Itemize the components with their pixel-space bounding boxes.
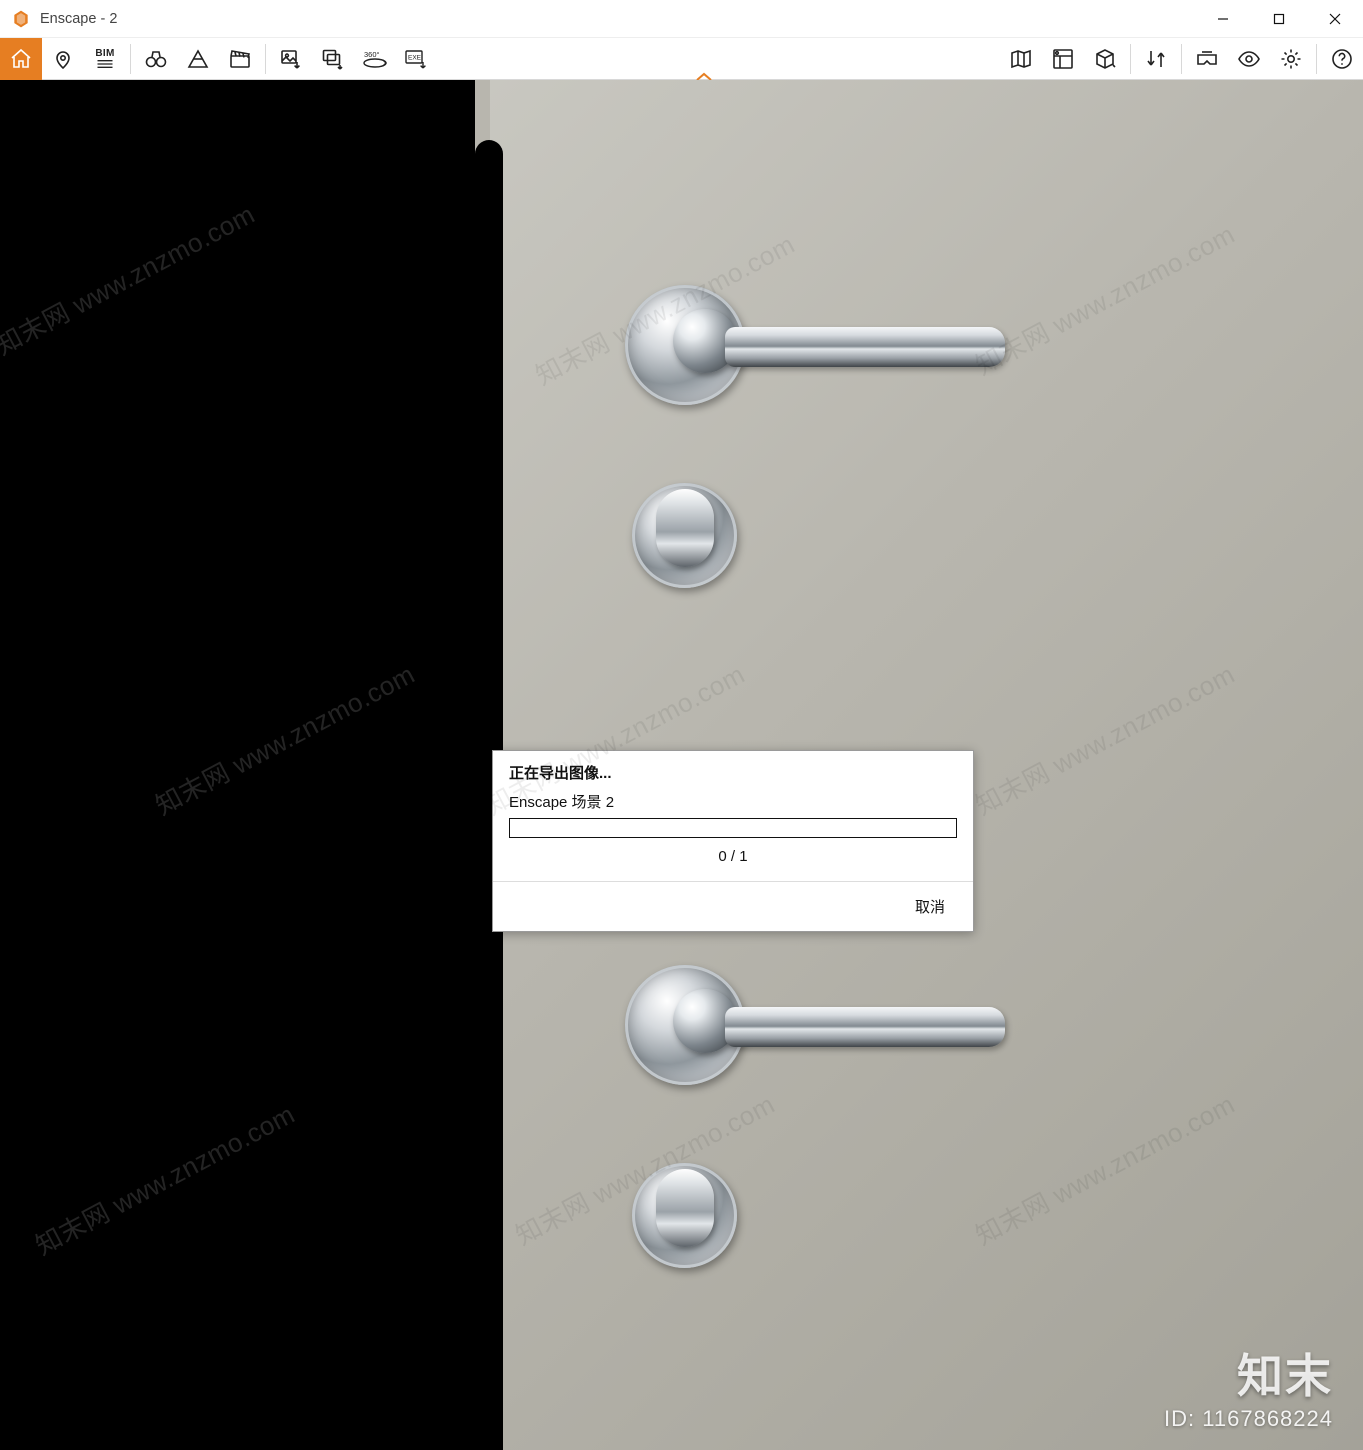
home-icon: [9, 47, 33, 71]
clapper-button[interactable]: [219, 38, 261, 80]
id-watermark: ID: 1167868224: [1164, 1406, 1333, 1432]
cube-icon: [1092, 47, 1118, 71]
map-icon: [1009, 47, 1033, 71]
window-title: Enscape - 2: [40, 11, 117, 27]
app-window: Enscape - 2 BIM: [0, 0, 1363, 1450]
thumbturn-bottom: [632, 1163, 737, 1268]
dialog-subtitle: Enscape 场景 2: [493, 789, 973, 818]
render-viewport[interactable]: 正在导出图像... Enscape 场景 2 0 / 1 取消 知末网 www.…: [0, 80, 1363, 1450]
cancel-button[interactable]: 取消: [909, 894, 951, 919]
toolbar-separator: [130, 44, 131, 74]
dialog-footer: 取消: [493, 881, 973, 931]
sync-button[interactable]: [1135, 38, 1177, 80]
thumbturn-knob: [656, 489, 714, 567]
bim-button[interactable]: BIM: [84, 38, 126, 80]
toolbar-separator: [1316, 44, 1317, 74]
progress-bar: [509, 818, 957, 838]
batch-export-icon: [320, 47, 346, 71]
svg-text:360°: 360°: [364, 50, 380, 59]
handle-lever: [725, 1007, 1005, 1047]
bim-list-icon: [95, 59, 115, 69]
dark-background: [0, 80, 475, 1450]
pano-360-button[interactable]: 360°: [354, 38, 396, 80]
door-handle-bottom: [625, 965, 745, 1085]
visibility-button[interactable]: [1228, 38, 1270, 80]
binoculars-icon: [143, 47, 169, 71]
maximize-button[interactable]: [1251, 0, 1307, 38]
settings-button[interactable]: [1270, 38, 1312, 80]
map-button[interactable]: [1000, 38, 1042, 80]
clapper-icon: [228, 47, 252, 71]
location-pin-icon: [51, 47, 75, 71]
exe-export-button[interactable]: EXE: [396, 38, 438, 80]
asset-library-button[interactable]: [1042, 38, 1084, 80]
exe-export-icon: EXE: [403, 47, 431, 71]
app-logo-icon: [10, 8, 32, 30]
svg-text:EXE: EXE: [408, 54, 422, 61]
batch-export-button[interactable]: [312, 38, 354, 80]
gear-icon: [1279, 47, 1303, 71]
export-dialog: 正在导出图像... Enscape 场景 2 0 / 1 取消: [492, 750, 974, 932]
vr-button[interactable]: [1186, 38, 1228, 80]
frustum-button[interactable]: [177, 38, 219, 80]
minimize-button[interactable]: [1195, 0, 1251, 38]
close-button[interactable]: [1307, 0, 1363, 38]
home-button[interactable]: [0, 38, 42, 80]
progress-text: 0 / 1: [493, 838, 973, 881]
handle-lever: [725, 327, 1005, 367]
eye-icon: [1237, 47, 1261, 71]
toolbar: BIM: [0, 38, 1363, 80]
toolbar-separator: [265, 44, 266, 74]
pano-360-icon: 360°: [361, 47, 389, 71]
sync-icon: [1143, 47, 1169, 71]
titlebar: Enscape - 2: [0, 0, 1363, 38]
asset-library-icon: [1051, 47, 1075, 71]
thumbturn-top: [632, 483, 737, 588]
door-handle-top: [625, 285, 745, 405]
cube-button[interactable]: [1084, 38, 1126, 80]
bim-label: BIM: [95, 48, 114, 59]
image-export-icon: [278, 47, 304, 71]
binoculars-button[interactable]: [135, 38, 177, 80]
vr-headset-icon: [1194, 47, 1220, 71]
toolbar-separator: [1130, 44, 1131, 74]
frustum-icon: [186, 47, 210, 71]
thumbturn-knob: [656, 1169, 714, 1247]
location-button[interactable]: [42, 38, 84, 80]
help-button[interactable]: [1321, 38, 1363, 80]
image-export-button[interactable]: [270, 38, 312, 80]
help-icon: [1330, 47, 1354, 71]
brand-watermark: 知末: [1237, 1340, 1333, 1406]
dialog-title: 正在导出图像...: [493, 751, 973, 789]
toolbar-separator: [1181, 44, 1182, 74]
